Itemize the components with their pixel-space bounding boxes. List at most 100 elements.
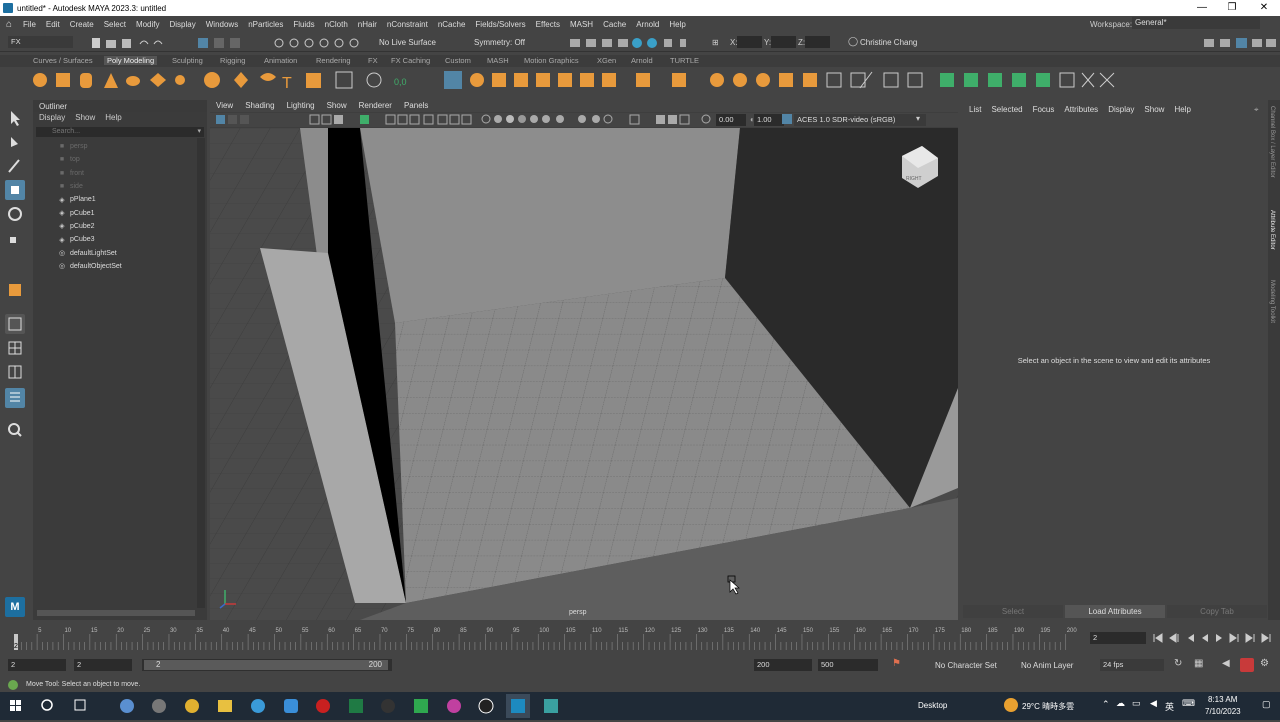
shelf-tab-custom[interactable]: Custom xyxy=(445,56,471,65)
panel-toggles[interactable] xyxy=(1200,36,1278,50)
settings-gear-icon[interactable]: ⚙ xyxy=(1260,658,1269,669)
view-transform-select[interactable]: ACES 1.0 SDR-video (sRGB) xyxy=(794,114,926,126)
menu-edit[interactable]: Edit xyxy=(41,20,65,29)
color-management-icon[interactable] xyxy=(782,114,792,124)
shelf-tab-rigging[interactable]: Rigging xyxy=(220,56,245,65)
range-slider[interactable]: 2 200 xyxy=(142,659,392,671)
outliner-item[interactable]: ◈ pCube3 xyxy=(33,233,207,246)
current-frame-field[interactable]: 2 xyxy=(1090,632,1146,644)
animation-preferences-icon[interactable] xyxy=(1240,658,1254,672)
playback-end-field[interactable]: 200 xyxy=(754,659,812,671)
x-field[interactable] xyxy=(737,36,762,48)
tab-modeling-toolkit[interactable]: Modeling Toolkit xyxy=(1269,280,1275,323)
attribute-menu-attributes[interactable]: Attributes xyxy=(1064,105,1098,114)
menu-mash[interactable]: MASH xyxy=(565,20,598,29)
tab-channel-box[interactable]: Channel Box / Layer Editor xyxy=(1269,106,1275,178)
viewport-menu-renderer[interactable]: Renderer xyxy=(359,101,392,111)
workspace-select[interactable]: General* xyxy=(1132,17,1260,29)
gamma-field[interactable]: 1.00 xyxy=(754,114,784,126)
outliner-layout[interactable] xyxy=(5,388,25,408)
home-icon[interactable]: ⌂ xyxy=(0,19,18,30)
attribute-menu-selected[interactable]: Selected xyxy=(991,105,1022,114)
select-tool[interactable] xyxy=(5,108,25,128)
shelf-tab-animation[interactable]: Animation xyxy=(264,56,297,65)
search-tool[interactable] xyxy=(5,420,25,440)
menu-effects[interactable]: Effects xyxy=(531,20,565,29)
outliner-item[interactable]: ◈ pCube1 xyxy=(33,206,207,219)
single-view-layout[interactable] xyxy=(5,314,25,334)
menu-display[interactable]: Display xyxy=(165,20,201,29)
network-icon[interactable]: ▭ xyxy=(1132,698,1141,709)
clock-date[interactable]: 7/10/2023 xyxy=(1205,707,1241,716)
outliner-menu-show[interactable]: Show xyxy=(75,113,95,123)
live-surface-label[interactable]: No Live Surface xyxy=(379,38,436,47)
attribute-menu-display[interactable]: Display xyxy=(1108,105,1134,114)
taskbar-apps[interactable] xyxy=(0,692,580,720)
menu-set-select[interactable]: FX xyxy=(8,36,73,48)
menu-windows[interactable]: Windows xyxy=(201,20,243,29)
shelf-tab-turtle[interactable]: TURTLE xyxy=(670,56,699,65)
shelf-tab-xgen[interactable]: XGen xyxy=(597,56,616,65)
minimize-button[interactable]: — xyxy=(1188,0,1216,16)
two-view-layout[interactable] xyxy=(5,362,25,382)
outliner-menu-help[interactable]: Help xyxy=(105,113,121,123)
menu-modify[interactable]: Modify xyxy=(131,20,165,29)
playback-controls[interactable] xyxy=(1152,631,1276,645)
outliner-search[interactable]: Search... ▾ xyxy=(36,127,204,137)
chevron-down-icon[interactable]: ▾ xyxy=(916,114,920,123)
range-slider-handle[interactable]: 2 200 xyxy=(144,660,388,670)
tray-chevron-icon[interactable]: ⌃ xyxy=(1102,699,1110,710)
shelf-tab-fx[interactable]: FX xyxy=(368,56,378,65)
sound-icon[interactable]: ◀ xyxy=(1222,658,1230,669)
shelf-tab-fx-caching[interactable]: FX Caching xyxy=(391,56,430,65)
move-tool[interactable] xyxy=(5,180,25,200)
scene-view[interactable]: RIGHT persp xyxy=(210,128,958,620)
viewport-menu-panels[interactable]: Panels xyxy=(404,101,428,111)
outliner-item[interactable]: ◎ defaultLightSet xyxy=(33,246,207,259)
exposure-field[interactable]: 0.00 xyxy=(716,114,746,126)
paint-select-tool[interactable] xyxy=(5,156,25,176)
outliner-scrollbar[interactable] xyxy=(197,138,205,608)
tab-attribute-editor[interactable]: Attribute Editor xyxy=(1269,210,1275,250)
rotate-tool[interactable] xyxy=(5,204,25,224)
menu-nparticles[interactable]: nParticles xyxy=(243,20,288,29)
volume-icon[interactable]: ◀ xyxy=(1150,698,1157,709)
load-attributes-button[interactable]: Load Attributes xyxy=(1065,605,1165,618)
clock-time[interactable]: 8:13 AM xyxy=(1208,695,1237,704)
outliner-item[interactable]: ◈ pPlane1 xyxy=(33,193,207,206)
render-tools[interactable] xyxy=(568,36,688,50)
desktop-toolbar[interactable]: Desktop xyxy=(918,701,947,710)
menu-file[interactable]: File xyxy=(18,20,41,29)
select-button[interactable]: Select xyxy=(963,605,1063,618)
pin-icon[interactable]: ⌖ xyxy=(1254,105,1259,115)
search-dropdown-icon[interactable]: ▾ xyxy=(197,127,201,137)
shelf-icons[interactable]: T 0,0 xyxy=(22,67,1280,95)
menu-help[interactable]: Help xyxy=(664,20,690,29)
snap-tools[interactable] xyxy=(272,36,372,50)
animation-end-field[interactable]: 500 xyxy=(818,659,878,671)
menu-ncache[interactable]: nCache xyxy=(433,20,471,29)
viewport-panel[interactable]: View Shading Lighting Show Renderer Panels xyxy=(210,100,958,620)
input-language[interactable]: 英 xyxy=(1165,700,1174,713)
ime-icon[interactable]: ⌨ xyxy=(1182,698,1195,709)
four-view-layout[interactable] xyxy=(5,338,25,358)
shelf-tab-sculpting[interactable]: Sculpting xyxy=(172,56,203,65)
maximize-button[interactable]: ❐ xyxy=(1218,0,1246,16)
menu-fields-solvers[interactable]: Fields/Solvers xyxy=(470,20,530,29)
attribute-menu-show[interactable]: Show xyxy=(1144,105,1164,114)
menu-nconstraint[interactable]: nConstraint xyxy=(382,20,433,29)
transform-icon[interactable]: ⊞ xyxy=(712,38,719,47)
shelf-tab-rendering[interactable]: Rendering xyxy=(316,56,351,65)
shelf-tab-motion-graphics[interactable]: Motion Graphics xyxy=(524,56,579,65)
attribute-menu-help[interactable]: Help xyxy=(1174,105,1190,114)
viewport-menu-lighting[interactable]: Lighting xyxy=(287,101,315,111)
copy-tab-button[interactable]: Copy Tab xyxy=(1167,605,1267,618)
panel-toolbar-icons[interactable] xyxy=(210,113,770,127)
attribute-menu-focus[interactable]: Focus xyxy=(1033,105,1055,114)
viewport-menu-show[interactable]: Show xyxy=(327,101,347,111)
shelf-tab-arnold[interactable]: Arnold xyxy=(631,56,653,65)
last-tool[interactable] xyxy=(5,280,25,300)
outliner-item[interactable]: ■ side xyxy=(33,180,207,193)
animation-start-field[interactable]: 2 xyxy=(8,659,66,671)
viewport-menu-view[interactable]: View xyxy=(216,101,233,111)
